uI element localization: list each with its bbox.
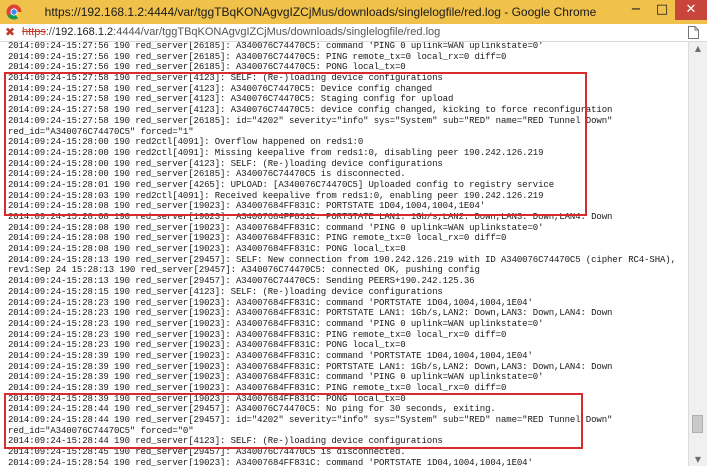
log-line: 2014:09:24-15:27:56 190 red_server[26185… bbox=[8, 42, 544, 51]
log-line: 2014:09:24-15:28:23 190 red_server[19023… bbox=[8, 318, 544, 329]
highlight-box-second-disconnect bbox=[4, 393, 583, 449]
log-line: 2014:09:24-15:28:39 190 red_server[19023… bbox=[8, 372, 544, 383]
address-bar[interactable]: ✖ https://192.168.1.2:4444/var/tggTBqKON… bbox=[0, 24, 707, 42]
window-titlebar[interactable]: https://192.168.1.2:4444/var/tggTBqKONAg… bbox=[0, 0, 707, 24]
scroll-down-icon[interactable]: ▼ bbox=[693, 455, 703, 464]
log-line: 2014:09:24-15:28:54 190 red_server[19023… bbox=[8, 457, 533, 466]
vertical-scrollbar[interactable]: ▲ ▼ bbox=[688, 42, 707, 466]
page-icon[interactable] bbox=[688, 26, 699, 39]
log-line: 2014:09:24-15:28:23 190 red_server[19023… bbox=[8, 308, 613, 319]
log-line: 2014:09:24-15:28:39 190 red_server[19023… bbox=[8, 361, 613, 372]
log-viewer[interactable]: 2014:09:24-15:27:56 190 red_server[26185… bbox=[0, 42, 688, 466]
url-host: 192.168.1.2 bbox=[55, 26, 114, 38]
log-line: 2014:09:24-15:28:13 190 red_server[29457… bbox=[8, 276, 475, 287]
log-line: 2014:09:24-15:27:56 190 red_server[26185… bbox=[8, 51, 507, 62]
url-scheme: https bbox=[22, 26, 46, 38]
window-title: https://192.168.1.2:4444/var/tggTBqKONAg… bbox=[44, 5, 597, 19]
log-line: 2014:09:24-15:28:23 190 red_server[19023… bbox=[8, 340, 406, 351]
broken-lock-icon[interactable]: ✖ bbox=[5, 25, 15, 40]
log-line: 2014:09:24-15:28:39 190 red_server[19023… bbox=[8, 350, 533, 361]
chrome-icon bbox=[6, 4, 22, 20]
log-line: 2014:09:24-15:28:15 190 red_server[4123]… bbox=[8, 286, 443, 297]
log-line: 2014:09:24-15:28:08 190 red_server[19023… bbox=[8, 244, 406, 255]
url-path: :4444/var/tggTBqKONAgvgIZCjMus/downloads… bbox=[113, 26, 441, 38]
log-line: 2014:09:24-15:28:08 190 red_server[19023… bbox=[8, 222, 544, 233]
close-button[interactable]: ✕ bbox=[675, 0, 707, 20]
log-line: 2014:09:24-15:28:23 190 red_server[19023… bbox=[8, 329, 507, 340]
scroll-up-icon[interactable]: ▲ bbox=[693, 44, 703, 53]
url-separator: :// bbox=[45, 26, 56, 38]
minimize-button[interactable]: − bbox=[623, 0, 649, 20]
url-text[interactable]: https://192.168.1.2:4444/var/tggTBqKONAg… bbox=[22, 24, 440, 41]
highlight-box-first-disconnect bbox=[4, 72, 587, 216]
log-line: 2014:09:24-15:28:23 190 red_server[19023… bbox=[8, 297, 533, 308]
log-line: rev1:Sep 24 15:28:13 190 red_server[2945… bbox=[8, 265, 480, 276]
log-line: 2014:09:24-15:28:13 190 red_server[29457… bbox=[8, 254, 676, 265]
scrollbar-thumb[interactable] bbox=[692, 415, 703, 433]
log-line: 2014:09:24-15:28:08 190 red_server[19023… bbox=[8, 233, 507, 244]
maximize-button[interactable]: □ bbox=[649, 0, 675, 20]
